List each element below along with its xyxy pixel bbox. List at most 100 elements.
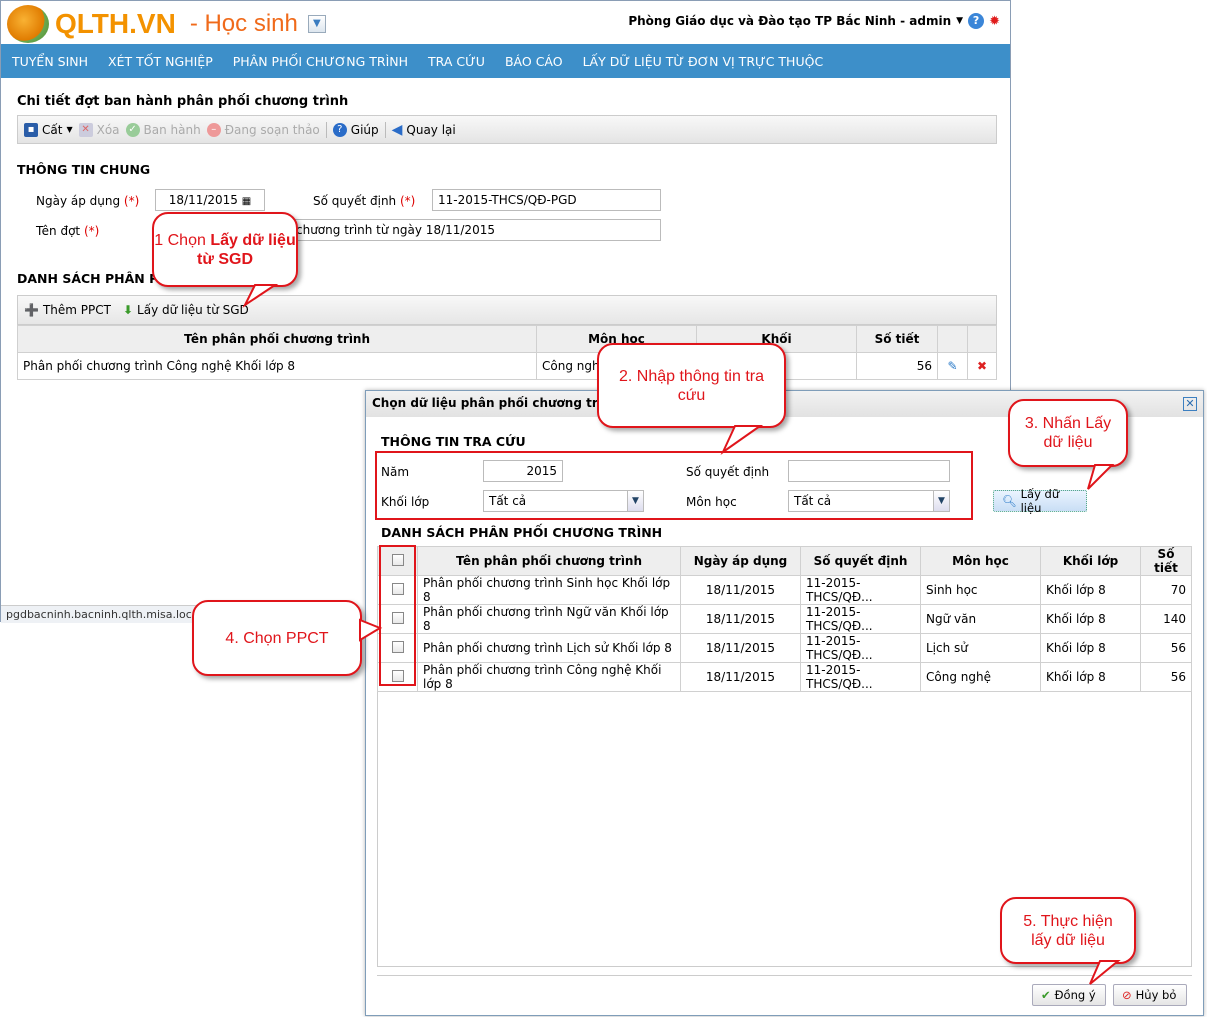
nav-xet-tot-nghiep[interactable]: XÉT TỐT NGHIỆP [108,54,213,69]
module-name: - Học sinh [189,10,298,37]
cell-date: 18/11/2015 [680,575,801,605]
date-label-text: Ngày áp dụng [36,194,121,208]
date-input[interactable]: 18/11/2015 ▦ [155,189,265,211]
cell-decision: 11-2015-THCS/QĐ... [800,604,921,634]
table-row[interactable]: Phân phối chương trình Sinh học Khối lớp… [377,575,1192,605]
cell-periods: 140 [1140,604,1192,634]
draft-button[interactable]: – Đang soạn thảo [206,122,320,137]
cell-grade: Khối lớp 8 [1040,662,1141,692]
module-dropdown-button[interactable]: ▼ [307,15,326,33]
delete-row-icon[interactable]: ✖ [967,352,997,380]
chevron-down-icon[interactable]: ▼ [933,491,949,511]
calendar-icon[interactable]: ▦ [242,196,251,207]
help-icon[interactable]: ? [968,13,985,29]
user-menu[interactable]: Phòng Giáo dục và Đào tạo TP Bắc Ninh - … [628,14,951,28]
decision-label: Số quyết định (*) [313,194,415,208]
user-area: Phòng Giáo dục và Đào tạo TP Bắc Ninh - … [628,13,1000,29]
cancel-icon: ⊘ [1122,988,1132,1002]
subject-value: Tất cả [794,494,832,508]
divider [377,975,1192,976]
new-badge-icon[interactable]: ✹ [989,14,1000,29]
dialog-ppct-table: Tên phân phối chương trình Ngày áp dụng … [377,546,1192,692]
main-nav: TUYỂN SINH XÉT TỐT NGHIỆP PHÂN PHỐI CHƯƠ… [1,44,1010,78]
cell-decision: 11-2015-THCS/QĐ... [800,575,921,605]
ok-label: Đồng ý [1054,988,1096,1002]
add-ppct-button[interactable]: ➕ Thêm PPCT [24,303,111,317]
callout-step-1: 1 Chọn Lấy dữ liệu từ SGD [152,212,298,287]
table-header: Tên phân phối chương trình Môn học Khối … [17,325,997,353]
callout-3-text: 3. Nhấn Lấy dữ liệu [1024,415,1112,451]
save-button[interactable]: ▪ Cất ▼ [24,122,73,137]
cell-date: 18/11/2015 [680,633,801,663]
cell-decision: 11-2015-THCS/QĐ... [800,633,921,663]
search-icon: 🔍︎ [1002,494,1017,508]
delete-button[interactable]: ✕ Xóa [78,122,120,137]
dialog-list-title: DANH SÁCH PHÂN PHỐI CHƯƠNG TRÌNH [381,525,663,540]
decision-input[interactable]: 11-2015-THCS/QĐ-PGD [432,189,661,211]
back-button[interactable]: ◀ Quay lại [392,122,456,138]
decision-filter-input[interactable] [788,460,950,482]
callout-1-bold: Lấy dữ liệu từ SGD [196,231,296,268]
col-decision: Số quyết định [800,546,921,576]
list-toolbar: ➕ Thêm PPCT ⬇ Lấy dữ liệu từ SGD [17,295,997,325]
grade-label: Khối lớp [381,495,430,509]
cell-name: Phân phối chương trình Lịch sử Khối lớp … [417,633,681,663]
fetch-sgd-button[interactable]: ⬇ Lấy dữ liệu từ SGD [123,303,249,317]
logo-icon [7,5,49,43]
close-icon[interactable]: ✕ [1183,397,1197,411]
nav-bao-cao[interactable]: BÁO CÁO [505,54,563,69]
table-row[interactable]: Phân phối chương trình Công nghệ Khối lớ… [377,662,1192,692]
nav-tuyen-sinh[interactable]: TUYỂN SINH [12,54,88,69]
publish-label: Ban hành [143,122,201,137]
help-label: Giúp [350,122,379,137]
cell-periods: 56 [1140,633,1192,663]
publish-button[interactable]: ✓ Ban hành [125,122,201,137]
draft-label: Đang soạn thảo [224,122,320,137]
ok-button[interactable]: ✔ Đồng ý [1032,984,1106,1006]
col-name: Tên phân phối chương trình [17,325,537,353]
grade-select[interactable]: Tất cả ▼ [483,490,644,512]
subject-select[interactable]: Tất cả ▼ [788,490,950,512]
app-logo[interactable]: QLTH.VN - Học sinh ▼ [7,5,326,43]
minus-icon: – [206,122,221,137]
cell-subject: Ngữ văn [920,604,1041,634]
caret-down-icon[interactable]: ▼ [956,16,963,26]
decision-label-text: Số quyết định [313,194,397,208]
cell-date: 18/11/2015 [680,662,801,692]
nav-phan-phoi[interactable]: PHÂN PHỐI CHƯƠNG TRÌNH [233,54,408,69]
nav-lay-du-lieu[interactable]: LẤY DỮ LIỆU TỪ ĐƠN VỊ TRỰC THUỘC [583,54,824,69]
caret-down-icon[interactable]: ▼ [66,125,72,134]
cell-date: 18/11/2015 [680,604,801,634]
back-label: Quay lại [406,122,456,137]
subject-label: Môn học [686,495,737,509]
table-row[interactable]: Phân phối chương trình Ngữ văn Khối lớp … [377,604,1192,634]
cell-subject: Sinh học [920,575,1041,605]
cancel-button[interactable]: ⊘ Hủy bỏ [1113,984,1187,1006]
chevron-down-icon[interactable]: ▼ [627,491,643,511]
cell-periods: 56 [856,352,938,380]
add-ppct-label: Thêm PPCT [42,303,111,317]
ppct-table: Tên phân phối chương trình Môn học Khối … [17,325,997,380]
cell-grade: Khối lớp 8 [1040,604,1141,634]
callout-step-3: 3. Nhấn Lấy dữ liệu [1008,399,1128,467]
table-row[interactable]: Phân phối chương trình Công nghệ Khối lớ… [17,352,997,380]
table-header: Tên phân phối chương trình Ngày áp dụng … [377,546,1192,576]
cell-grade: Khối lớp 8 [1040,633,1141,663]
col-delete [967,325,997,353]
year-label: Năm [381,465,410,479]
fetch-data-button[interactable]: 🔍︎ Lấy dữ liệu [993,487,1087,515]
required-mark: (*) [123,194,140,208]
callout-step-5: 5. Thực hiện lấy dữ liệu [1000,897,1136,964]
callout-step-2: 2. Nhập thông tin tra cứu [597,343,786,428]
help-button[interactable]: ? Giúp [332,122,379,137]
search-section-title: THÔNG TIN TRA CỨU [381,434,526,449]
callout-2-text: 2. Nhập thông tin tra cứu [619,367,764,404]
cell-name: Phân phối chương trình Công nghệ Khối lớ… [17,352,537,380]
year-input[interactable]: 2015 [483,460,563,482]
col-edit [937,325,968,353]
table-row[interactable]: Phân phối chương trình Lịch sử Khối lớp … [377,633,1192,663]
col-grade: Khối lớp [1040,546,1141,576]
save-label: Cất [42,122,63,137]
edit-icon[interactable]: ✎ [937,352,968,380]
nav-tra-cuu[interactable]: TRA CỨU [428,54,485,69]
